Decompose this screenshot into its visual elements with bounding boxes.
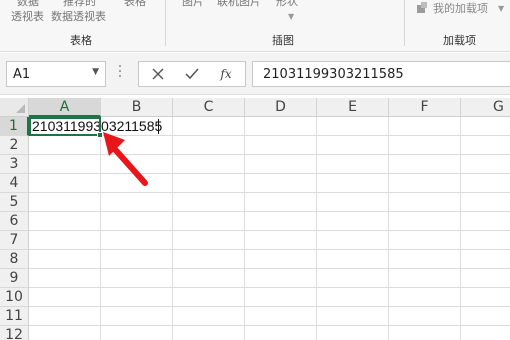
column-header-d[interactable]: D	[245, 98, 317, 117]
formula-bar-resize-handle[interactable]	[119, 65, 122, 79]
formula-value: 21031199303211585	[263, 67, 404, 82]
text-caret	[158, 119, 159, 134]
formula-buttons: fx	[138, 61, 246, 87]
column-header-b[interactable]: B	[101, 98, 173, 117]
my-addins-chevron-icon[interactable]: ▼	[498, 4, 504, 13]
illustrations-group-label: 插图	[272, 34, 294, 47]
recommended-pivot-button-top[interactable]: 推荐的	[63, 0, 96, 8]
row-header-9[interactable]: 9	[0, 269, 29, 288]
row-header-2[interactable]: 2	[0, 136, 29, 155]
table-button[interactable]: 表格	[124, 0, 146, 8]
name-box[interactable]: A1 ▼	[6, 61, 106, 87]
table-group-label: 表格	[70, 34, 92, 47]
row-header-5[interactable]: 5	[0, 193, 29, 212]
name-box-value: A1	[13, 67, 31, 82]
column-header-a[interactable]: A	[29, 98, 101, 117]
ribbon: 数据 透视表 推荐的 数据透视表 表格 表格 图片 联机图片 形状 ▼ 插图 我…	[0, 0, 510, 52]
formula-input[interactable]: 21031199303211585	[252, 61, 510, 87]
row-header-4[interactable]: 4	[0, 174, 29, 193]
shapes-button[interactable]: 形状	[276, 0, 298, 8]
row-header-12[interactable]: 12	[0, 326, 29, 340]
row-header-3[interactable]: 3	[0, 155, 29, 174]
addins-group-label: 加载项	[443, 34, 476, 47]
formula-bar: A1 ▼ fx 21031199303211585	[0, 53, 510, 95]
select-all-button[interactable]	[0, 98, 29, 117]
pivot-table-button[interactable]: 透视表	[11, 10, 44, 23]
picture-button[interactable]: 图片	[182, 0, 204, 8]
name-box-dropdown-icon[interactable]: ▼	[92, 67, 99, 77]
pivot-table-button-top[interactable]: 数据	[17, 0, 39, 8]
cancel-icon[interactable]	[141, 62, 175, 86]
row-header-1[interactable]: 1	[0, 117, 29, 136]
shapes-chevron-icon[interactable]: ▼	[288, 12, 294, 21]
ribbon-separator	[404, 0, 405, 46]
addins-icon	[417, 2, 427, 13]
row-header-11[interactable]: 11	[0, 307, 29, 326]
active-cell-a1[interactable]	[29, 117, 103, 138]
recommended-pivot-button[interactable]: 数据透视表	[51, 10, 106, 23]
online-picture-button[interactable]: 联机图片	[217, 0, 261, 8]
row-header-6[interactable]: 6	[0, 212, 29, 231]
enter-icon[interactable]	[175, 62, 209, 86]
row-header-10[interactable]: 10	[0, 288, 29, 307]
column-header-f[interactable]: F	[389, 98, 461, 117]
row-header-8[interactable]: 8	[0, 250, 29, 269]
insert-function-button[interactable]: fx	[209, 62, 243, 86]
ribbon-separator	[165, 0, 166, 46]
column-header-c[interactable]: C	[173, 98, 245, 117]
my-addins-button[interactable]: 我的加载项	[433, 2, 488, 15]
worksheet-grid[interactable]: A B C D E F G 1 2 3 4 5 6 7 8 9 10 11 12…	[0, 98, 510, 340]
red-arrow-icon	[103, 132, 148, 186]
row-header-7[interactable]: 7	[0, 231, 29, 250]
column-header-g[interactable]: G	[461, 98, 510, 117]
column-header-e[interactable]: E	[317, 98, 389, 117]
